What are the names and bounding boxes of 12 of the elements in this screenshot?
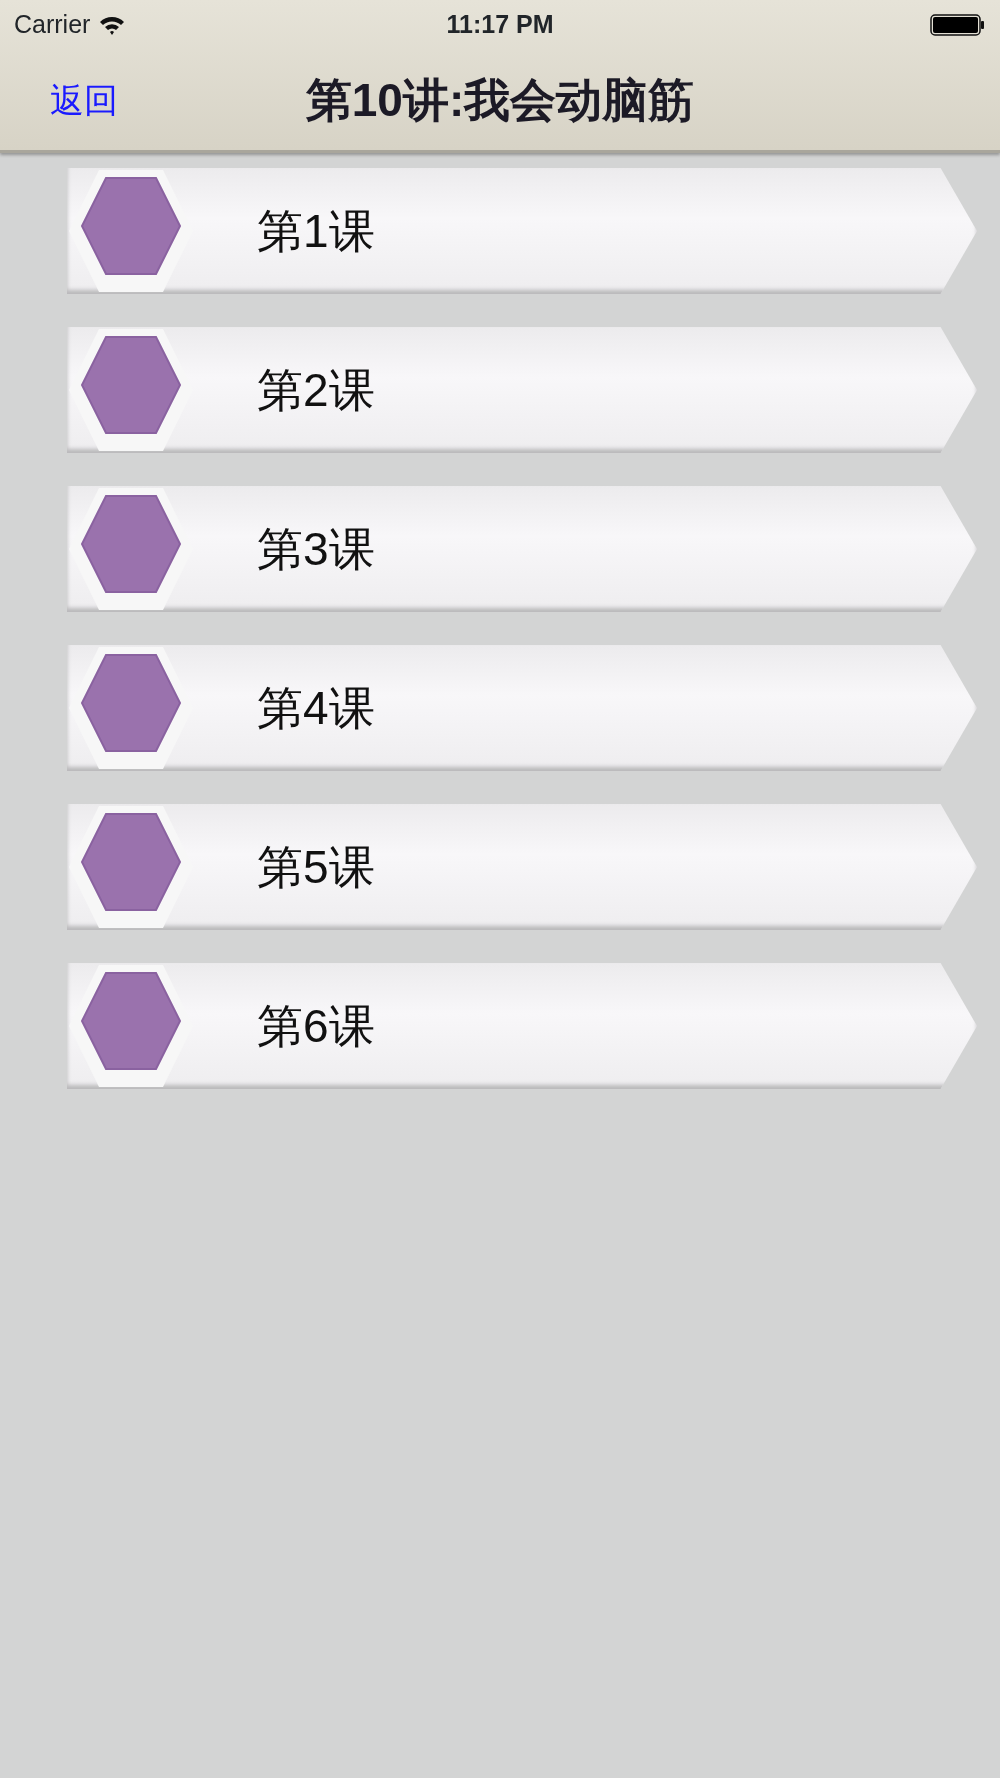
lesson-button[interactable]: 第2课 xyxy=(67,327,977,453)
page-title: 第10讲:我会动脑筋 xyxy=(305,72,695,128)
battery-icon xyxy=(930,13,986,37)
lesson-button[interactable]: 第5课 xyxy=(67,804,977,930)
lesson-button[interactable]: 第1课 xyxy=(67,168,977,294)
wifi-icon xyxy=(98,14,127,36)
lesson-button[interactable]: 第6课 xyxy=(67,963,977,1089)
lesson-button[interactable]: 第4课 xyxy=(67,645,977,771)
lesson-button[interactable]: 第3课 xyxy=(67,486,977,612)
carrier-label: Carrier xyxy=(14,9,91,41)
time-label: 11:17 PM xyxy=(446,9,554,41)
back-link[interactable]: 返回 xyxy=(50,74,118,126)
